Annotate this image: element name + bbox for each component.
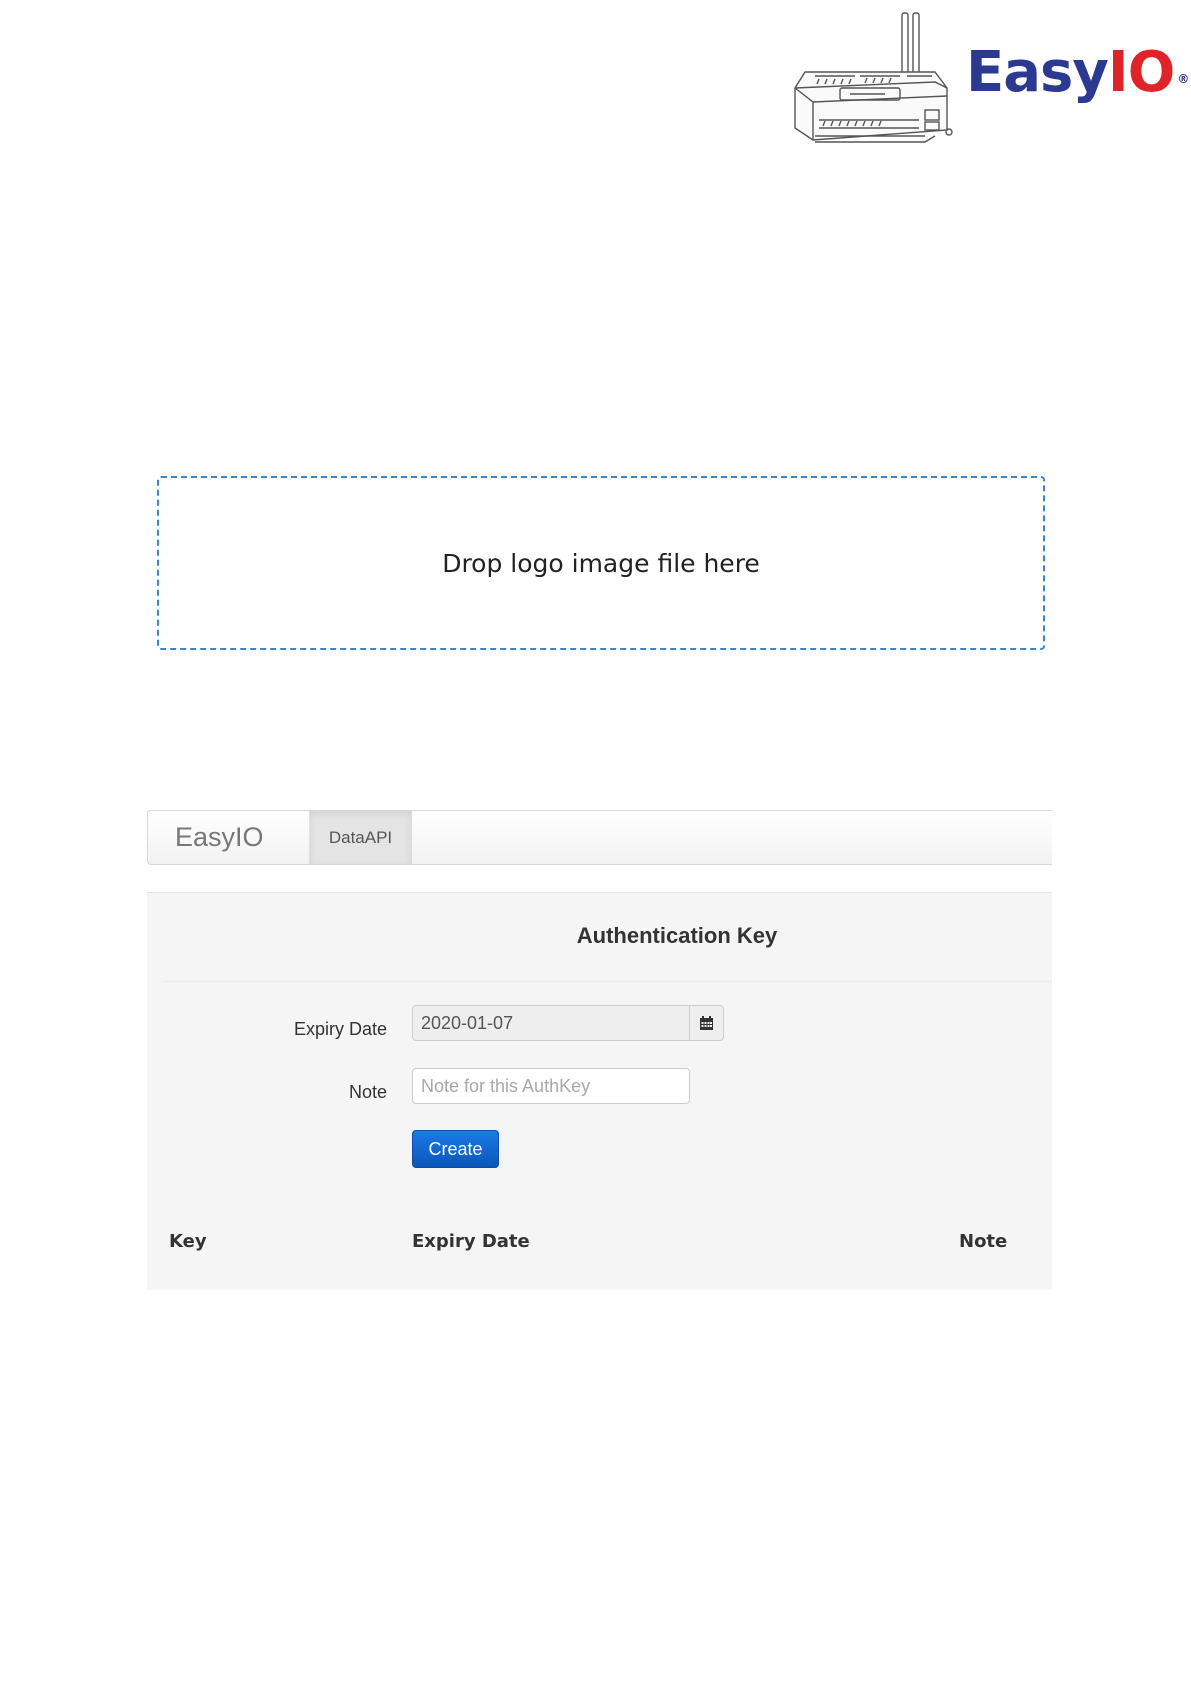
easyio-logo: EasyIO ®	[966, 38, 1189, 108]
column-header-note: Note	[959, 1231, 1008, 1252]
column-header-key: Key	[169, 1231, 207, 1252]
controller-device-illustration	[794, 12, 953, 143]
expiry-date-field[interactable]: 2020-01-07	[412, 1005, 690, 1041]
column-header-expiry-date: Expiry Date	[412, 1231, 530, 1252]
dropzone-label: Drop logo image file here	[442, 548, 760, 578]
registered-mark: ®	[1177, 72, 1189, 86]
navbar-brand[interactable]: EasyIO	[148, 811, 308, 864]
divider	[162, 981, 1052, 982]
app-screenshot: EasyIO DataAPI Authentication Key Expiry…	[147, 810, 1052, 1290]
calendar-icon	[700, 1015, 713, 1030]
page-title: Authentication Key	[576, 923, 778, 948]
note-input[interactable]	[412, 1068, 690, 1104]
navbar: EasyIO DataAPI	[147, 810, 1052, 865]
expiry-date-label: Expiry Date	[293, 1019, 387, 1039]
calendar-button[interactable]	[689, 1005, 724, 1041]
logo-dropzone[interactable]: Drop logo image file here	[157, 476, 1045, 650]
auth-key-panel: Authentication Key Expiry Date 2020-01-0…	[147, 892, 1052, 1290]
note-label: Note	[348, 1082, 387, 1102]
create-button[interactable]: Create	[412, 1130, 499, 1168]
tab-dataapi[interactable]: DataAPI	[309, 811, 412, 864]
